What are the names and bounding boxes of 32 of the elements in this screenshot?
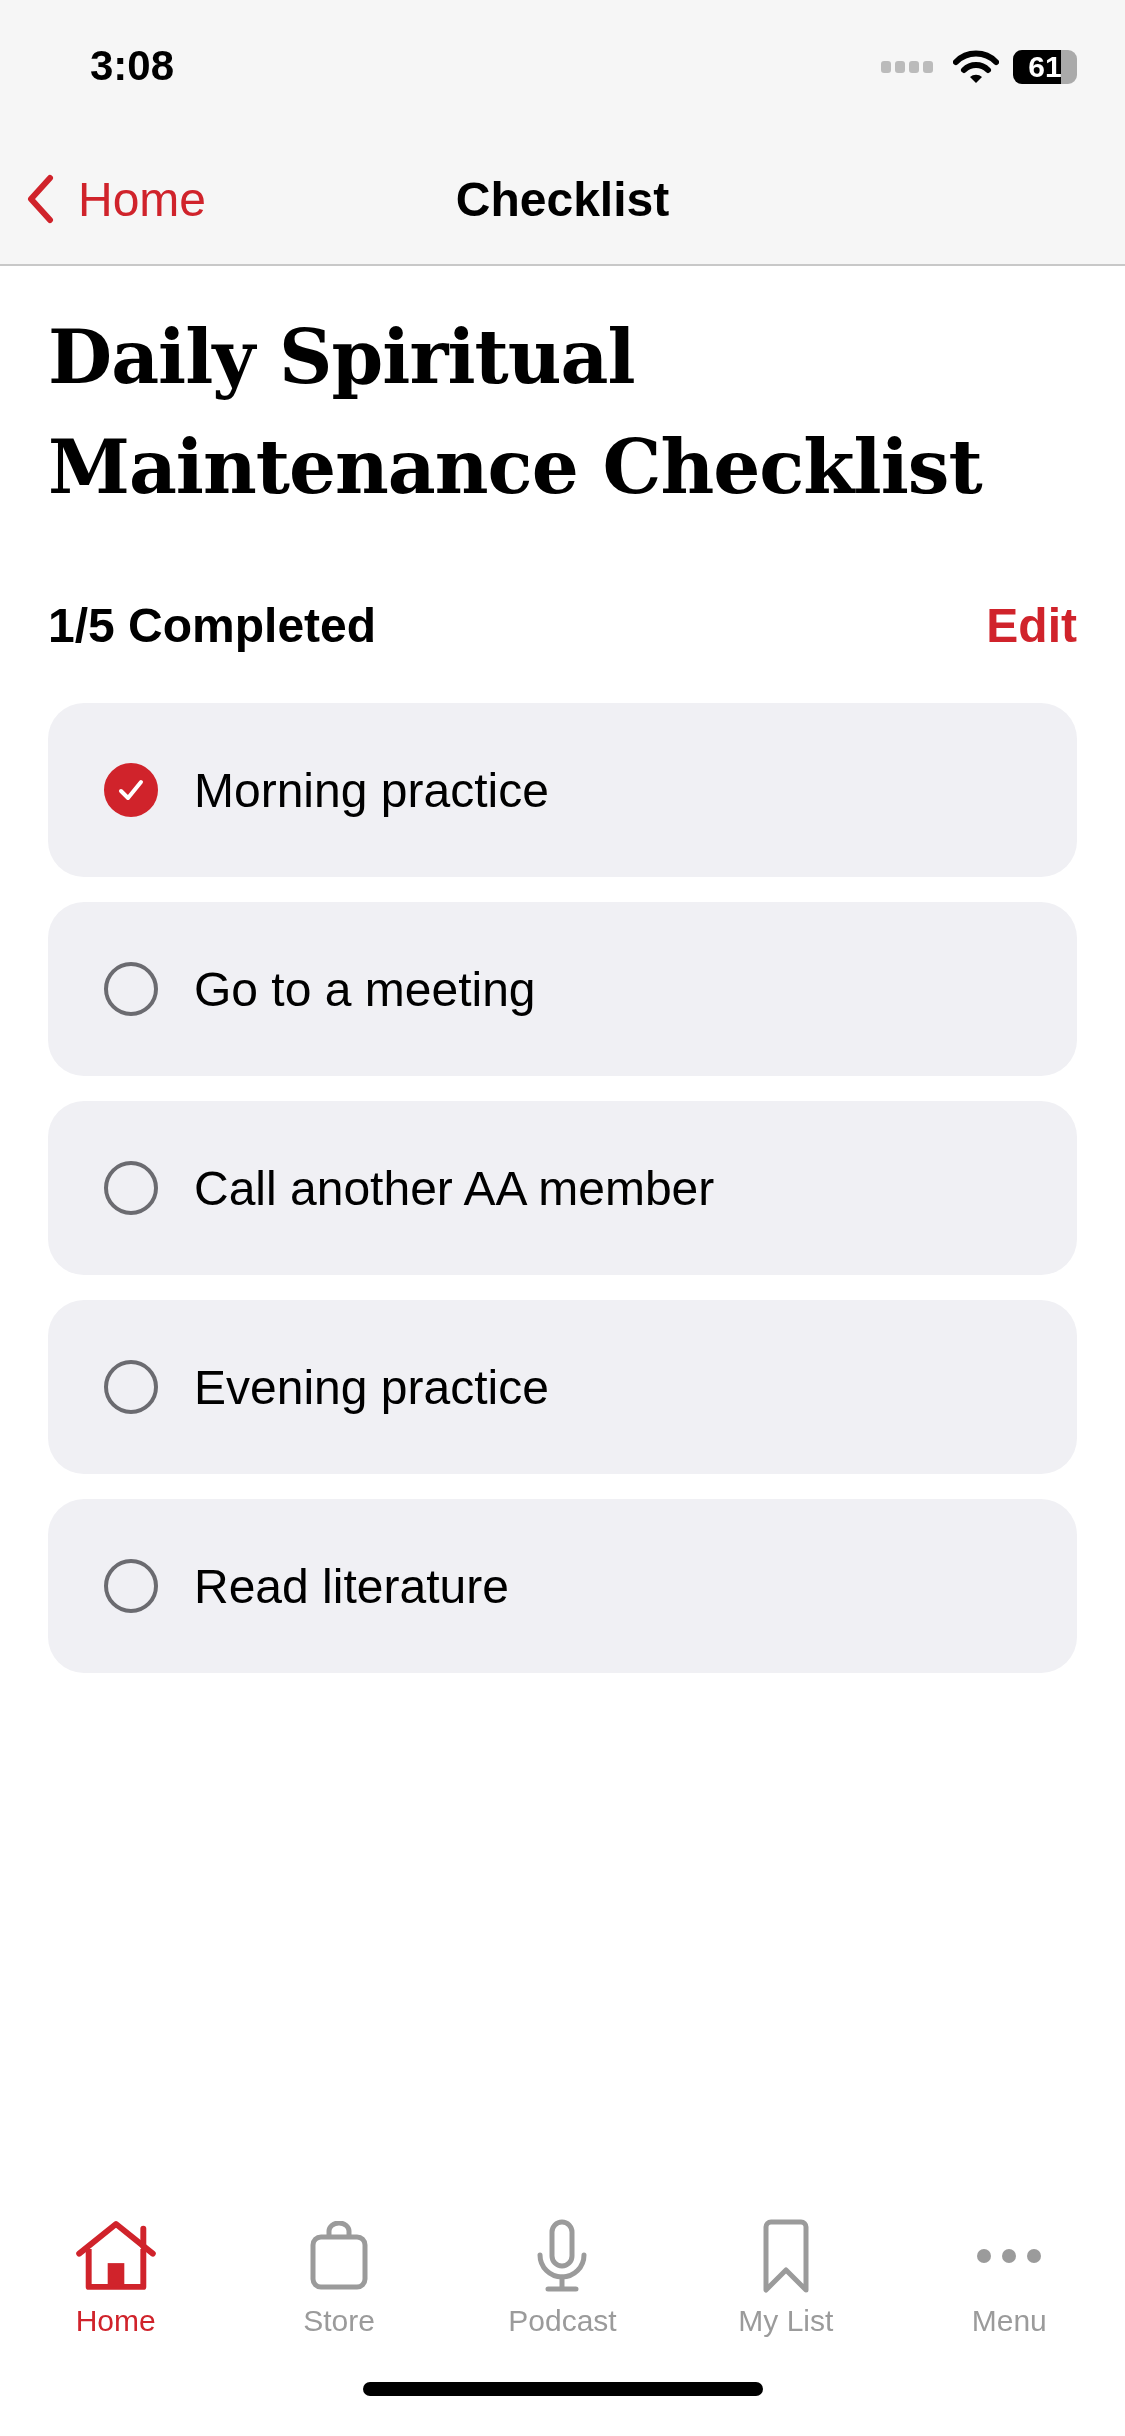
item-label: Morning practice: [194, 762, 549, 818]
wifi-icon: [953, 50, 999, 84]
nav-title: Checklist: [455, 171, 670, 227]
edit-button[interactable]: Edit: [986, 598, 1077, 653]
checkmark-icon: [118, 779, 144, 801]
checkbox[interactable]: [104, 1559, 158, 1613]
tab[interactable]: Podcast: [462, 2214, 663, 2364]
checklist-item[interactable]: Evening practice: [48, 1300, 1077, 1474]
signal-icon: [881, 61, 933, 73]
checkbox[interactable]: [104, 962, 158, 1016]
more-icon: [976, 2248, 1043, 2264]
tab[interactable]: My List: [685, 2214, 886, 2364]
status-time: 3:08: [90, 42, 175, 90]
checklist-item[interactable]: Go to a meeting: [48, 902, 1077, 1076]
back-button[interactable]: Home: [26, 171, 207, 227]
battery-icon: 61: [1013, 50, 1077, 84]
item-label: Go to a meeting: [194, 961, 536, 1017]
page-heading: Daily Spiritual Maintenance Checklist: [48, 313, 984, 512]
checklist-item[interactable]: Call another AA member: [48, 1101, 1077, 1275]
tab[interactable]: Menu: [909, 2214, 1110, 2364]
checkbox[interactable]: [104, 763, 158, 817]
progress-summary: 1/5 Completed: [48, 598, 377, 653]
item-label: Call another AA member: [194, 1160, 715, 1216]
item-label: Evening practice: [194, 1359, 549, 1415]
item-label: Read literature: [194, 1558, 509, 1614]
checklist-item[interactable]: Morning practice: [48, 703, 1077, 877]
chevron-left-icon: [26, 174, 54, 224]
checklist-item[interactable]: Read literature: [48, 1499, 1077, 1673]
tab[interactable]: Home: [15, 2214, 216, 2364]
checkbox[interactable]: [104, 1360, 158, 1414]
checkbox[interactable]: [104, 1161, 158, 1215]
tab[interactable]: Store: [239, 2214, 440, 2364]
